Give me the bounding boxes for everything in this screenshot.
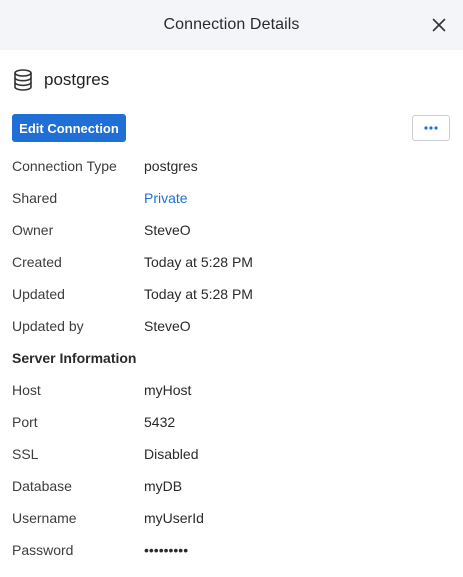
detail-label: Database <box>12 478 72 494</box>
detail-label: Created <box>12 254 62 270</box>
detail-value: postgres <box>144 158 198 174</box>
detail-row-shared: Shared Private <box>12 182 452 214</box>
detail-label: Username <box>12 510 77 526</box>
password-masked-value: ••••••••• <box>144 542 189 558</box>
detail-label: Host <box>12 382 41 398</box>
detail-label: Updated <box>12 286 65 302</box>
shared-visibility-link[interactable]: Private <box>144 190 188 206</box>
detail-row-host: Host myHost <box>12 374 452 406</box>
connection-title-row: postgres <box>12 66 109 94</box>
detail-row-port: Port 5432 <box>12 406 452 438</box>
detail-row-connection-type: Connection Type postgres <box>12 150 452 182</box>
database-icon <box>12 68 34 92</box>
server-information-heading: Server Information <box>12 350 137 366</box>
detail-row-database: Database myDB <box>12 470 452 502</box>
detail-label: Updated by <box>12 318 84 334</box>
detail-row-password: Password ••••••••• <box>12 534 452 566</box>
detail-label: Connection Type <box>12 158 117 174</box>
detail-row-updated-by: Updated by SteveO <box>12 310 452 342</box>
detail-label: Port <box>12 414 38 430</box>
detail-value: Disabled <box>144 446 199 462</box>
more-horizontal-icon <box>424 126 438 130</box>
detail-value: SteveO <box>144 222 191 238</box>
detail-row-username: Username myUserId <box>12 502 452 534</box>
more-actions-button[interactable] <box>412 115 450 141</box>
detail-label: Shared <box>12 190 58 206</box>
detail-value: Today at 5:28 PM <box>144 286 253 302</box>
detail-row-owner: Owner SteveO <box>12 214 452 246</box>
edit-connection-button[interactable]: Edit Connection <box>12 114 126 142</box>
detail-value: SteveO <box>144 318 191 334</box>
close-button[interactable] <box>427 13 451 37</box>
panel-title: Connection Details <box>163 16 300 33</box>
connection-name: postgres <box>44 70 110 89</box>
detail-row-created: Created Today at 5:28 PM <box>12 246 452 278</box>
detail-value: myHost <box>144 382 192 398</box>
detail-label: SSL <box>12 446 39 462</box>
detail-value: Today at 5:28 PM <box>144 254 253 270</box>
detail-row-updated: Updated Today at 5:28 PM <box>12 278 452 310</box>
detail-label: Owner <box>12 222 54 238</box>
detail-value: 5432 <box>144 414 176 430</box>
detail-label: Password <box>12 542 74 558</box>
panel-header: Connection Details <box>0 0 463 50</box>
connection-details-panel: Connection Details postgres Edit Connect… <box>0 0 463 577</box>
connection-details-list: Connection Type postgres Shared Private … <box>12 150 452 566</box>
detail-row-ssl: SSL Disabled <box>12 438 452 470</box>
detail-value: myUserId <box>144 510 204 526</box>
detail-value: myDB <box>144 478 183 494</box>
close-icon <box>432 18 446 32</box>
